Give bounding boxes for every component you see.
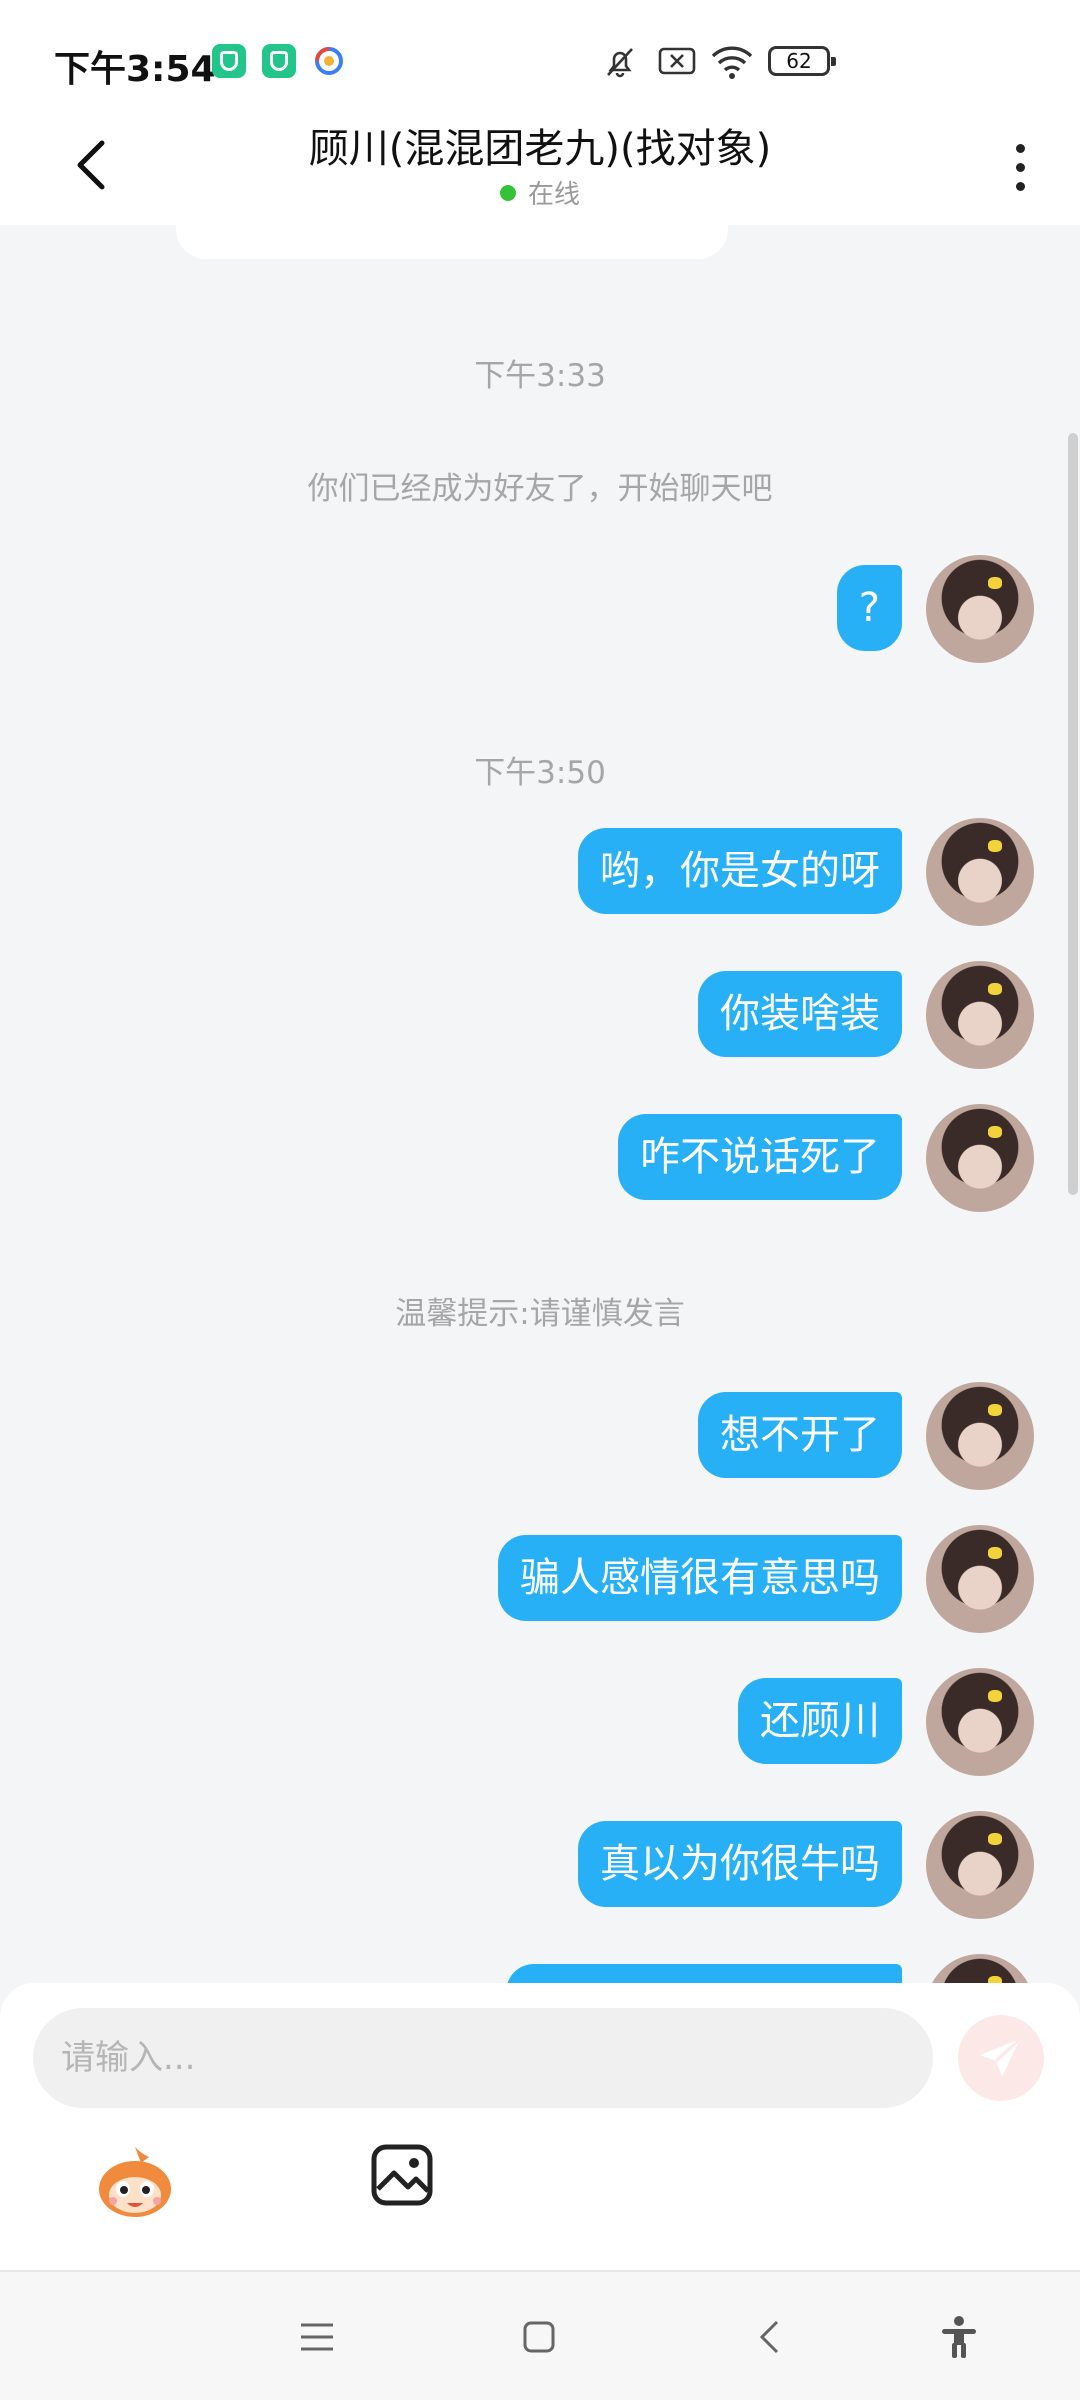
colorful-app-icon — [312, 44, 346, 78]
square-icon — [523, 2321, 555, 2353]
message-bubble[interactable]: 哟，你是女的呀 — [578, 828, 902, 914]
message-row: 还顾川 — [738, 1668, 1034, 1776]
mascot-face-icon — [99, 2147, 171, 2217]
message-row: 哟，你是女的呀 — [578, 818, 1034, 926]
no-sim-icon — [658, 47, 696, 75]
message-bubble[interactable]: 想不开了 — [698, 1392, 902, 1478]
message-bubble[interactable]: 你装啥装 — [698, 971, 902, 1057]
image-icon — [371, 2144, 433, 2206]
message-row: 你装啥装 — [698, 961, 1034, 1069]
home-button[interactable] — [516, 2314, 562, 2360]
more-dot-icon — [1015, 181, 1025, 191]
avatar[interactable] — [926, 1954, 1034, 1983]
accessibility-button[interactable] — [936, 2314, 982, 2360]
avatar[interactable] — [926, 1104, 1034, 1212]
avatar[interactable] — [926, 1811, 1034, 1919]
system-back-button[interactable] — [746, 2314, 792, 2360]
chat-message-list[interactable]: 下午3:33 你们已经成为好友了，开始聊天吧 ? 下午3:50 哟，你是女的呀 … — [0, 225, 1080, 1983]
message-row: 真以为你很牛吗 — [578, 1811, 1034, 1919]
send-button[interactable] — [958, 2015, 1044, 2101]
message-bubble[interactable]: ? — [836, 565, 902, 651]
status-time: 下午3:54 — [54, 49, 216, 90]
message-row: ? — [836, 555, 1034, 663]
online-dot-icon — [499, 184, 516, 201]
online-status-label: 在线 — [527, 180, 580, 210]
recent-apps-button[interactable] — [294, 2314, 340, 2360]
image-picker-button[interactable] — [370, 2143, 440, 2213]
mute-icon — [607, 48, 633, 78]
more-dot-icon — [1015, 162, 1025, 172]
system-message: 你们已经成为好友了，开始聊天吧 — [307, 471, 773, 507]
mascot-sticker-button[interactable] — [95, 2143, 175, 2223]
battery-level: 62 — [786, 49, 812, 73]
avatar[interactable] — [926, 961, 1034, 1069]
menu-icon — [301, 2323, 333, 2351]
app-notification-icon — [262, 44, 296, 78]
app-notification-icon — [212, 44, 246, 78]
avatar[interactable] — [926, 1382, 1034, 1490]
message-bubble[interactable]: 还顾川 — [738, 1678, 902, 1764]
message-row: 咋不说话死了 — [618, 1104, 1034, 1212]
timestamp: 下午3:50 — [474, 755, 606, 791]
message-bubble-partial[interactable] — [506, 1964, 902, 1983]
message-row-partial — [506, 1954, 1034, 1983]
avatar[interactable] — [926, 555, 1034, 663]
more-dot-icon — [1015, 143, 1025, 153]
status-bar: 下午3:54 62 — [0, 0, 1080, 110]
avatar[interactable] — [926, 818, 1034, 926]
online-status: 在线 — [0, 174, 1080, 211]
profile-card-edge — [176, 225, 728, 259]
avatar[interactable] — [926, 1525, 1034, 1633]
chevron-left-icon — [759, 2320, 779, 2354]
message-bubble[interactable]: 骗人感情很有意思吗 — [498, 1535, 902, 1621]
avatar[interactable] — [926, 1668, 1034, 1776]
message-input[interactable] — [33, 2008, 933, 2108]
accessibility-icon — [942, 2316, 976, 2358]
message-bubble[interactable]: 咋不说话死了 — [618, 1114, 902, 1200]
system-navigation-bar — [0, 2270, 1080, 2400]
input-panel — [0, 1983, 1080, 2270]
more-options-button[interactable] — [1000, 132, 1040, 202]
message-row: 骗人感情很有意思吗 — [498, 1525, 1034, 1633]
system-tip: 温馨提示:请谨慎发言 — [395, 1296, 685, 1332]
paper-plane-icon — [980, 2037, 1022, 2077]
wifi-icon — [711, 46, 753, 79]
message-bubble[interactable]: 真以为你很牛吗 — [578, 1821, 902, 1907]
battery-indicator: 62 — [768, 46, 836, 76]
scrollbar[interactable] — [1068, 433, 1078, 1195]
timestamp: 下午3:33 — [474, 358, 606, 394]
chat-header: 顾川(混混团老九)(找对象) 在线 — [0, 110, 1080, 225]
message-row: 想不开了 — [698, 1382, 1034, 1490]
contact-name: 顾川(混混团老九)(找对象) — [308, 126, 772, 172]
